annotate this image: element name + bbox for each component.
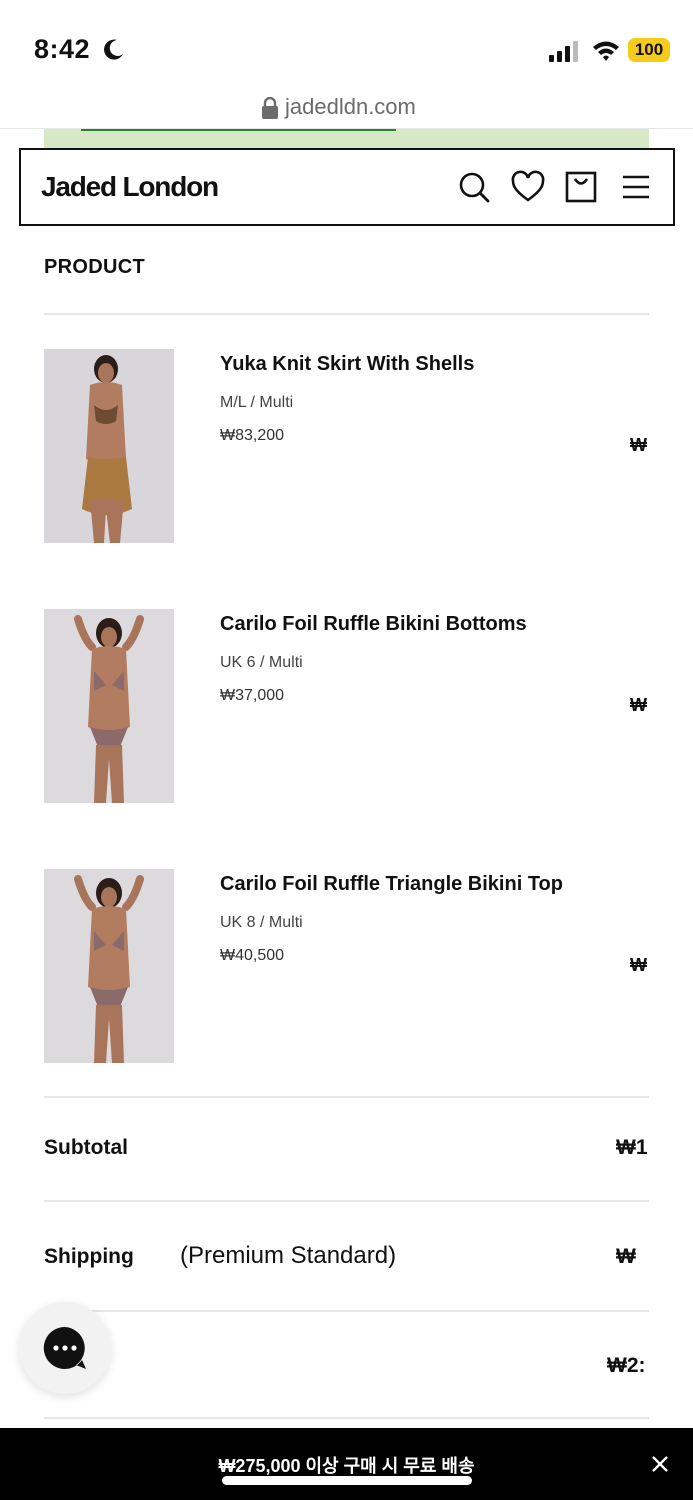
home-indicator [222, 1476, 472, 1485]
status-bar: 8:42 100 [0, 0, 693, 100]
product-name[interactable]: Carilo Foil Ruffle Triangle Bikini Top [220, 873, 563, 896]
wifi-icon [593, 41, 619, 61]
product-photo [44, 349, 174, 543]
product-photo [44, 609, 174, 803]
cart-line-item: Carilo Foil Ruffle Bikini Bottoms UK 6 /… [44, 609, 649, 809]
cart-line-item: Yuka Knit Skirt With Shells M/L / Multi … [44, 349, 649, 549]
site-logo[interactable]: Jaded London [41, 171, 219, 203]
url-text: jadedldn.com [285, 94, 416, 119]
shipping-label: Shipping [44, 1245, 134, 1268]
subtotal-label: Subtotal [44, 1136, 128, 1159]
site-header: Jaded London [19, 148, 675, 226]
product-name[interactable]: Carilo Foil Ruffle Bikini Bottoms [220, 613, 527, 636]
divider [44, 313, 649, 315]
product-price: ₩40,500 [220, 947, 285, 964]
product-variant: UK 6 / Multi [220, 654, 303, 671]
product-variant: UK 8 / Multi [220, 914, 303, 931]
shipping-method: (Premium Standard) [180, 1242, 397, 1269]
battery-indicator: 100 [628, 38, 670, 62]
product-image[interactable] [44, 609, 174, 803]
divider [44, 1200, 649, 1202]
chat-bubble-icon [43, 1326, 86, 1369]
line-total: ₩ [630, 955, 647, 975]
banner-text: ₩275,000 이상 구매 시 무료 배송 [218, 1456, 475, 1476]
status-time: 8:42 [34, 34, 91, 64]
shopping-bag-icon[interactable] [564, 170, 598, 204]
close-icon[interactable] [648, 1452, 672, 1476]
line-total: ₩ [630, 435, 647, 455]
search-icon[interactable] [457, 170, 491, 204]
heart-icon[interactable] [511, 170, 545, 204]
chat-button[interactable] [19, 1302, 111, 1394]
cart-line-item: Carilo Foil Ruffle Triangle Bikini Top U… [44, 869, 649, 1069]
product-name[interactable]: Yuka Knit Skirt With Shells [220, 353, 474, 376]
moon-icon [104, 39, 123, 60]
product-price: ₩83,200 [220, 427, 285, 444]
product-image[interactable] [44, 349, 174, 543]
product-column-heading: PRODUCT [44, 256, 145, 278]
subtotal-value: ₩1 [616, 1136, 648, 1159]
divider [44, 1096, 649, 1098]
product-price: ₩37,000 [220, 687, 285, 704]
product-variant: M/L / Multi [220, 394, 294, 411]
free-shipping-banner: ₩275,000 이상 구매 시 무료 배송 [0, 1428, 693, 1500]
total-value: ₩2: [607, 1354, 646, 1377]
cellular-signal-icon [549, 41, 578, 62]
product-photo [44, 869, 174, 1063]
product-image[interactable] [44, 869, 174, 1063]
address-bar[interactable]: jadedldn.com [0, 90, 693, 128]
menu-icon[interactable] [619, 170, 653, 204]
line-total: ₩ [630, 695, 647, 715]
divider [44, 1310, 649, 1312]
divider [44, 1417, 649, 1419]
promo-progress-line [81, 129, 396, 131]
lock-icon [262, 97, 278, 119]
shipping-value: ₩ [616, 1245, 636, 1268]
